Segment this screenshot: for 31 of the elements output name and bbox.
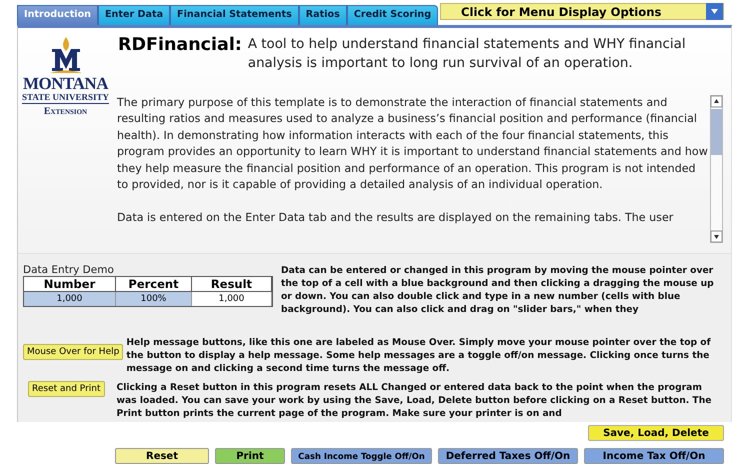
toolbar-button[interactable]: Cash Income Toggle Off/On bbox=[291, 448, 432, 464]
save-load-delete-button[interactable]: Save, Load, Delete bbox=[588, 425, 724, 441]
logo-text: MONTANA bbox=[23, 75, 108, 92]
scrollbar[interactable] bbox=[710, 95, 723, 243]
toolbar-button[interactable]: Print bbox=[215, 448, 285, 464]
help-text: Help message buttons, like this one are labeled as Mouse Over. Simply move your mouse pointer over the top of the button to display a help message. Some help messages are a toggle off/on message. Clicking once turns the message on and clicking a second time turns the message off. bbox=[126, 336, 712, 375]
tab[interactable]: Financial Statements bbox=[170, 5, 299, 25]
app-subtitle: A tool to help understand financial statements and WHY financial analysis is important to long run survival of an operation. bbox=[248, 36, 687, 73]
table-cell[interactable]: 1,000 bbox=[24, 292, 116, 306]
toolbar-button[interactable]: Reset bbox=[115, 448, 209, 464]
reset-print-button[interactable]: Reset and Print bbox=[28, 381, 104, 397]
intro-paragraph: The primary purpose of this template is to demonstrate the interaction of financial statements and resulting ratios and measures used to analyze a business’s financial position and performance (financial health). In demonstrating how information interacts with each of the four financial statements, this program provides an opportunity to learn WHY it is important to understand financial statements and how they help measure the financial position and performance of an operation. This program is not intended to provided, nor is it capable of providing a detailed analysis of an individual operation. bbox=[117, 95, 709, 194]
intro-paragraph: Data is entered on the Enter Data tab and the results are displayed on the remaining tabs. The user bbox=[117, 210, 674, 226]
logo-text: Extension bbox=[44, 106, 88, 117]
help-text: Data can be entered or changed in this program by moving the mouse pointer over the top of a cell with a blue background and then clicking a dragging the mouse up or down. You can also double click and type in a new number (cells with blue background). You can also click and drag on "slider bars," when they bbox=[281, 264, 715, 316]
toolbar-button[interactable]: Income Tax Off/On bbox=[584, 448, 724, 464]
toolbar-button[interactable]: Deferred Taxes Off/On bbox=[438, 448, 578, 464]
help-button[interactable]: Mouse Over for Help bbox=[23, 344, 124, 360]
menu-dropdown[interactable]: Click for Menu Display Options bbox=[440, 3, 724, 20]
tab[interactable]: Ratios bbox=[298, 5, 347, 25]
table-cell[interactable]: 100% bbox=[116, 292, 192, 306]
table-cell: 1,000 bbox=[192, 292, 272, 306]
app-title: RDFinancial: bbox=[118, 35, 242, 57]
logo-text: STATE UNIVERSITY bbox=[22, 92, 109, 104]
help-text: Clicking a Reset button in this program resets ALL Changed or entered data back to the point when the program was loaded. You can save your work by using the Save, Load, Delete button before clicking on a Reset button. The Print button prints the current page of the program. Make sure your printer is on and bbox=[116, 381, 712, 420]
column-header: Result bbox=[192, 277, 272, 292]
demo-title: Data Entry Demo bbox=[23, 264, 115, 276]
column-header: Number bbox=[24, 277, 116, 292]
tab[interactable]: Credit Scoring bbox=[346, 5, 438, 25]
column-header: Percent bbox=[116, 277, 192, 292]
tab[interactable]: Enter Data bbox=[98, 5, 170, 25]
